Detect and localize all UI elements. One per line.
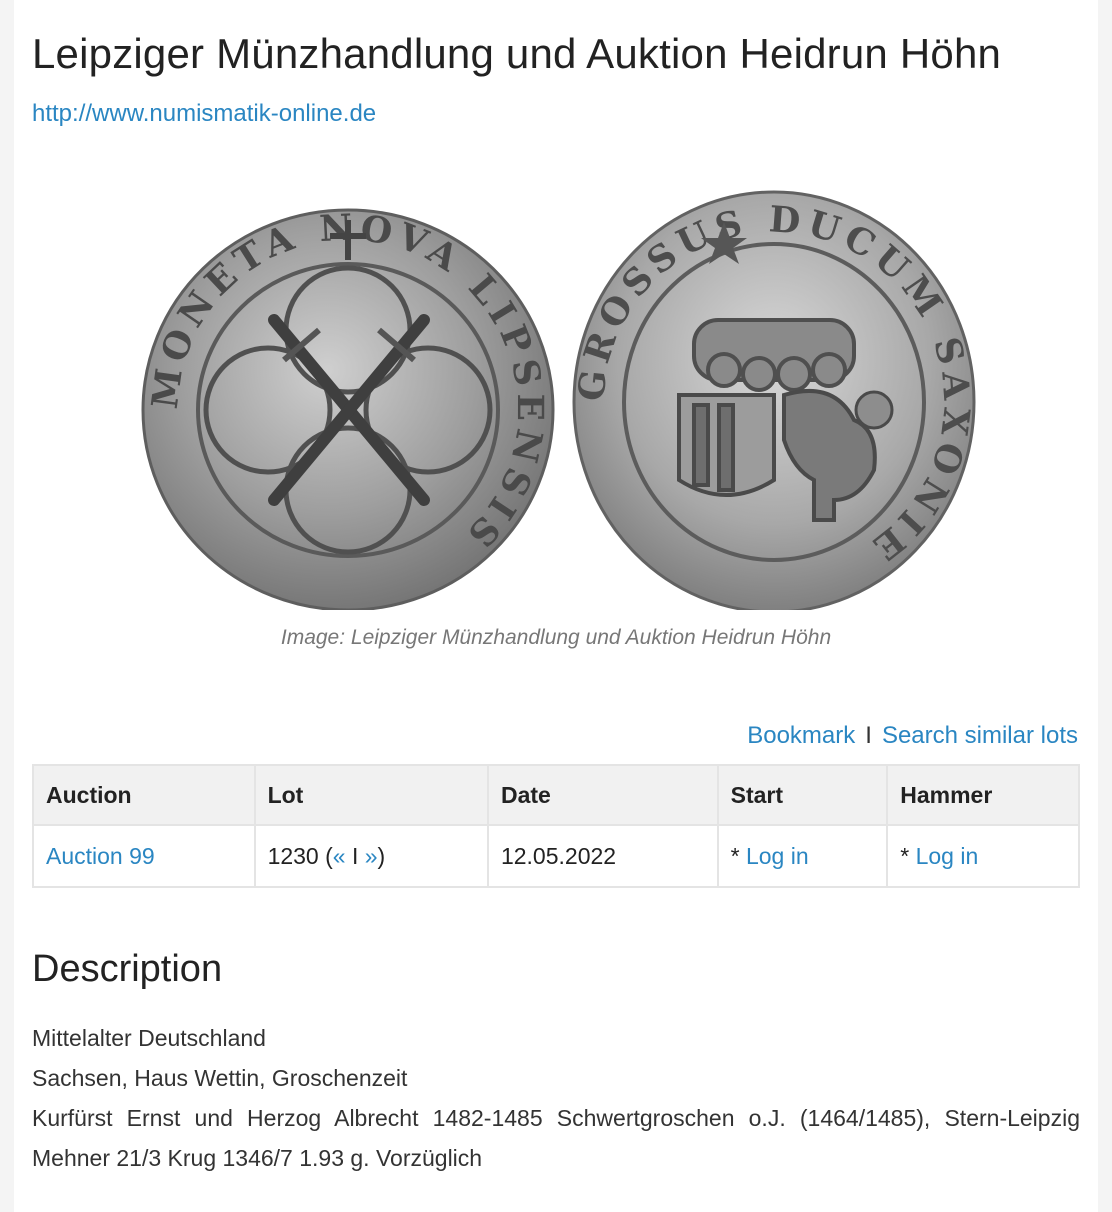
hammer-prefix: *	[900, 842, 916, 869]
previous-lot-link[interactable]: «	[333, 843, 346, 869]
lot-number: 1230 (	[267, 842, 333, 869]
next-lot-link[interactable]: »	[365, 843, 378, 869]
page: Leipziger Münzhandlung und Auktion Heidr…	[14, 0, 1098, 1212]
coin-reverse: GROSSUS DUCUM SAXONIE	[570, 190, 976, 610]
description-line-region: Sachsen, Haus Wettin, Groschenzeit	[32, 1065, 408, 1091]
description-heading: Description	[32, 948, 223, 990]
lot-cell: 1230 (« I »)	[253, 824, 489, 888]
description-line-details: Kurfürst Ernst und Herzog Albrecht 1482-…	[32, 1105, 1080, 1171]
website-link[interactable]: http://www.numismatik-online.de	[32, 100, 376, 128]
search-similar-lots-link[interactable]: Search similar lots	[882, 722, 1078, 749]
hammer-login-link[interactable]: Log in	[916, 843, 979, 869]
hammer-cell: * Log in	[886, 824, 1080, 888]
header-hammer: Hammer	[886, 764, 1080, 826]
start-prefix: *	[730, 842, 746, 869]
start-login-link[interactable]: Log in	[746, 843, 809, 869]
coin-image[interactable]: MONETA NOVA LIPSENSIS GROSSUS DUCUM SAXO…	[134, 180, 984, 610]
auction-cell: Auction 99	[32, 824, 256, 888]
lot-actions: Bookmark I Search similar lots	[747, 722, 1078, 750]
header-lot: Lot	[253, 764, 489, 826]
lot-nav-separator: I	[345, 842, 365, 869]
table-row: Auction 99 1230 (« I ») 12.05.2022 * Log…	[32, 824, 1080, 888]
table-header-row: Auction Lot Date Start Hammer	[32, 764, 1080, 826]
description-line-category: Mittelalter Deutschland	[32, 1025, 266, 1051]
actions-separator: I	[865, 722, 872, 749]
header-start: Start	[716, 764, 889, 826]
bookmark-link[interactable]: Bookmark	[747, 722, 855, 749]
lot-table: Auction Lot Date Start Hammer Auction 99…	[32, 764, 1080, 888]
coin-obverse: MONETA NOVA LIPSENSIS	[141, 206, 555, 610]
auction-link[interactable]: Auction 99	[46, 843, 155, 869]
header-date: Date	[486, 764, 719, 826]
image-caption: Image: Leipziger Münzhandlung und Auktio…	[280, 626, 832, 649]
header-auction: Auction	[32, 764, 256, 826]
page-title: Leipziger Münzhandlung und Auktion Heidr…	[32, 30, 1002, 77]
lot-close-paren: )	[377, 842, 386, 869]
date-cell: 12.05.2022	[486, 824, 719, 888]
description-body: Mittelalter Deutschland Sachsen, Haus We…	[32, 1018, 1080, 1178]
start-cell: * Log in	[716, 824, 889, 888]
